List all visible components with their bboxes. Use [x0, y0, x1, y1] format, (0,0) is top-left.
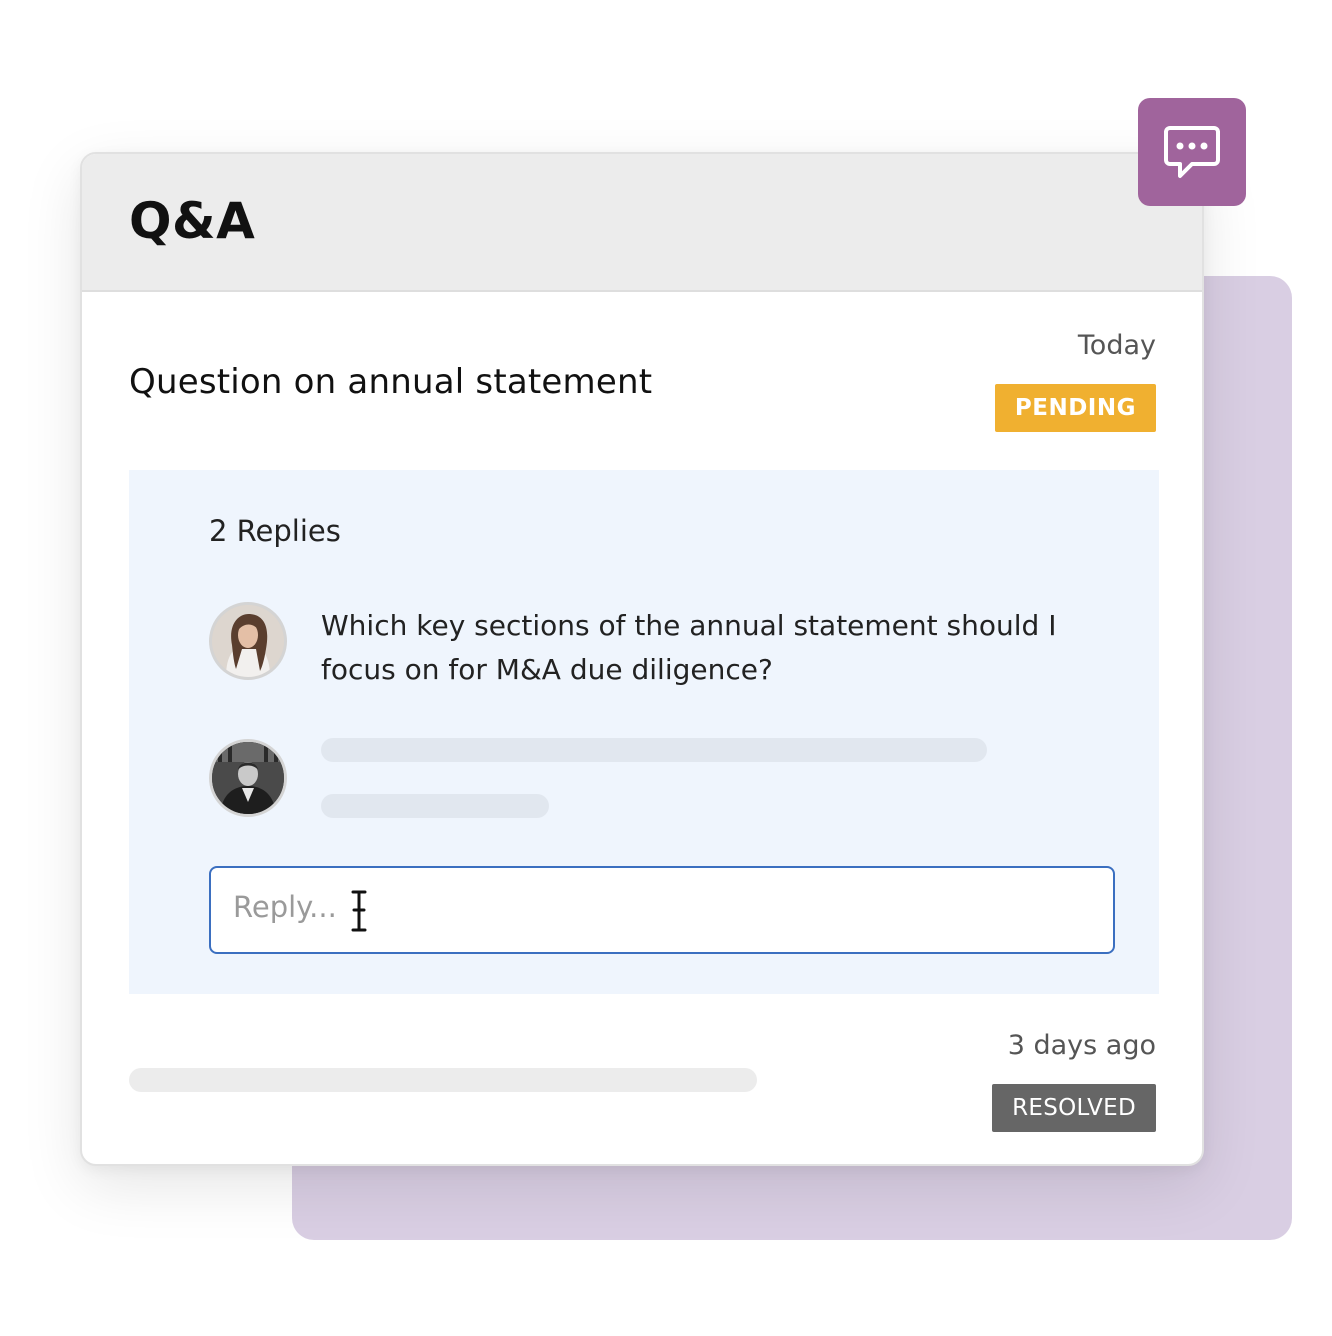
question-date: 3 days ago: [1007, 1030, 1156, 1061]
question-title[interactable]: Question on annual statement: [129, 362, 652, 402]
reply-placeholder-line: [321, 738, 987, 762]
panel-title: Q&A: [129, 192, 256, 250]
status-badge-resolved: RESOLVED: [992, 1084, 1156, 1132]
reply-placeholder-line: [321, 794, 549, 818]
avatar-woman-icon: [212, 605, 284, 677]
chat-bubble-icon: [1164, 126, 1220, 178]
reply-input-placeholder: Reply...: [233, 890, 337, 924]
qa-panel: Q&A Question on annual statement Today P…: [80, 152, 1204, 1166]
reply-text: Which key sections of the annual stateme…: [321, 609, 1057, 686]
question-title-placeholder[interactable]: [129, 1068, 757, 1092]
panel-header: Q&A: [82, 154, 1202, 292]
avatar: [209, 602, 287, 680]
chat-button[interactable]: [1138, 98, 1246, 206]
replies-count: 2 Replies: [209, 514, 341, 548]
text-cursor-icon: [351, 890, 367, 932]
replies-section: 2 Replies Which key sections of the annu…: [129, 470, 1159, 994]
avatar-man-icon: [212, 742, 284, 814]
status-badge-pending: PENDING: [994, 384, 1156, 432]
question-date: Today: [1077, 330, 1156, 361]
reply-input[interactable]: Reply...: [209, 866, 1115, 954]
avatar: [209, 739, 287, 817]
